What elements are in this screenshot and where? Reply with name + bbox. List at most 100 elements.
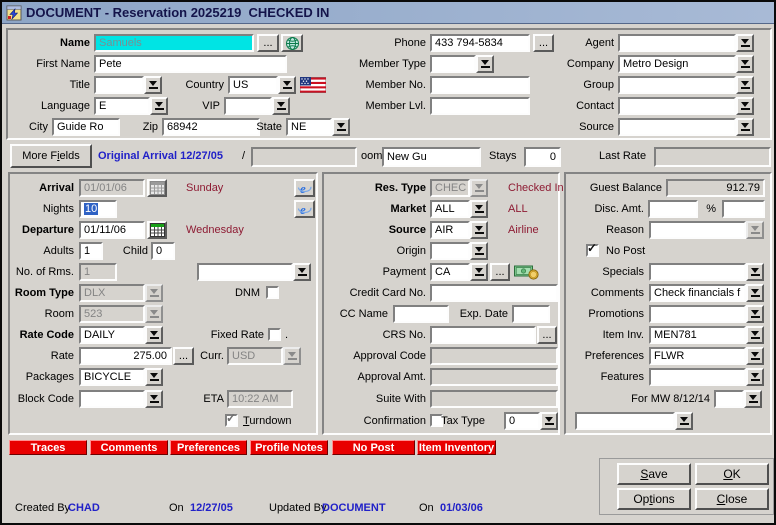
promotions-dropdown-button[interactable] bbox=[746, 305, 764, 323]
preferences-field[interactable]: FLWR bbox=[649, 347, 746, 365]
vip-dropdown-button[interactable] bbox=[272, 97, 290, 115]
close-button[interactable]: Close bbox=[695, 488, 769, 510]
vip-field[interactable] bbox=[224, 97, 272, 115]
rate-refresh-button-2[interactable]: e bbox=[294, 200, 315, 218]
extra-combo-field[interactable] bbox=[575, 412, 675, 430]
traces-button[interactable]: Traces bbox=[9, 440, 87, 455]
no-post-button[interactable]: No Post bbox=[332, 440, 415, 455]
room-field: 523 bbox=[79, 305, 145, 323]
name-field[interactable]: Samuels bbox=[94, 34, 254, 52]
nights-field[interactable]: 10 bbox=[79, 200, 117, 218]
phone-field[interactable]: 433 794-5834 bbox=[430, 34, 530, 52]
tax-type-field[interactable]: 0 bbox=[504, 412, 540, 430]
comments-field[interactable]: Check financials f bbox=[649, 284, 746, 302]
agent-dropdown-button[interactable] bbox=[736, 34, 754, 52]
adults-field[interactable]: 1 bbox=[79, 242, 103, 260]
rate-code-field[interactable]: DAILY bbox=[79, 326, 145, 344]
ok-button[interactable]: OK bbox=[695, 463, 769, 485]
block-code-dropdown-button[interactable] bbox=[145, 390, 163, 408]
member-lvl-field[interactable] bbox=[430, 97, 530, 115]
payment-dropdown-button[interactable] bbox=[470, 263, 488, 281]
comments-button[interactable]: Comments bbox=[90, 440, 168, 455]
promotions-field[interactable] bbox=[649, 305, 746, 323]
origin-dropdown-button[interactable] bbox=[470, 242, 488, 260]
origin-field[interactable] bbox=[430, 242, 470, 260]
exp-date-field[interactable] bbox=[512, 305, 550, 323]
rate-refresh-button-1[interactable]: e bbox=[294, 179, 315, 197]
item-inv-field[interactable]: MEN781 bbox=[649, 326, 746, 344]
country-dropdown-button[interactable] bbox=[278, 76, 296, 94]
payment-field[interactable]: CA bbox=[430, 263, 470, 281]
booking-source-field[interactable]: AIR bbox=[430, 221, 470, 239]
state-field[interactable]: NE bbox=[286, 118, 332, 136]
packages-dropdown-button[interactable] bbox=[145, 368, 163, 386]
crs-no-browse-button[interactable]: ... bbox=[537, 326, 557, 344]
agent-field[interactable] bbox=[618, 34, 736, 52]
company-dropdown-button[interactable] bbox=[736, 55, 754, 73]
name-browse-button[interactable]: ... bbox=[257, 34, 279, 52]
unlabeled-combo-field[interactable] bbox=[197, 263, 293, 281]
block-code-field[interactable] bbox=[79, 390, 145, 408]
country-field[interactable]: US bbox=[228, 76, 278, 94]
fixed-rate-checkbox[interactable] bbox=[268, 328, 281, 341]
rate-browse-button[interactable]: ... bbox=[173, 347, 194, 365]
packages-field[interactable]: BICYCLE bbox=[79, 368, 145, 386]
item-inventory-button[interactable]: Item Inventory bbox=[417, 440, 496, 455]
options-button[interactable]: Options bbox=[617, 488, 691, 510]
comments-dropdown-button[interactable] bbox=[746, 284, 764, 302]
more-fields-button[interactable]: More Fields bbox=[10, 144, 92, 168]
title-field[interactable] bbox=[94, 76, 144, 94]
extra-combo-dropdown-button[interactable] bbox=[675, 412, 693, 430]
preferences-dropdown-button[interactable] bbox=[746, 347, 764, 365]
turndown-checkbox[interactable] bbox=[225, 414, 238, 427]
specials-field[interactable] bbox=[649, 263, 746, 281]
member-no-field[interactable] bbox=[430, 76, 530, 94]
company-field[interactable]: Metro Design bbox=[618, 55, 736, 73]
departure-calendar-button[interactable] bbox=[147, 221, 167, 239]
disc-percent-field[interactable] bbox=[722, 200, 765, 218]
member-type-field[interactable] bbox=[430, 55, 476, 73]
departure-field[interactable]: 01/11/06 bbox=[79, 221, 145, 239]
booking-source-dropdown-button[interactable] bbox=[470, 221, 488, 239]
crs-no-field[interactable] bbox=[430, 326, 536, 344]
dnm-checkbox[interactable] bbox=[266, 286, 279, 299]
payment-browse-button[interactable]: ... bbox=[490, 263, 510, 281]
group-dropdown-button[interactable] bbox=[736, 76, 754, 94]
child-label: Child bbox=[106, 241, 148, 261]
no-post-checkbox[interactable] bbox=[586, 244, 599, 257]
save-button[interactable]: Save bbox=[617, 463, 691, 485]
for-mw-field[interactable] bbox=[714, 390, 744, 408]
city-field[interactable]: Guide Ro bbox=[52, 118, 120, 136]
features-dropdown-button[interactable] bbox=[746, 368, 764, 386]
market-field[interactable]: ALL bbox=[430, 200, 470, 218]
market-dropdown-button[interactable] bbox=[470, 200, 488, 218]
cc-name-field[interactable] bbox=[393, 305, 449, 323]
credit-card-no-field[interactable] bbox=[430, 284, 558, 302]
contact-dropdown-button[interactable] bbox=[736, 97, 754, 115]
rate-code-dropdown-button[interactable] bbox=[145, 326, 163, 344]
profile-globe-button[interactable] bbox=[281, 34, 303, 52]
group-field[interactable] bbox=[618, 76, 736, 94]
phone-browse-button[interactable]: ... bbox=[533, 34, 554, 52]
rate-field[interactable]: 275.00 bbox=[79, 347, 172, 365]
for-mw-dropdown-button[interactable] bbox=[744, 390, 762, 408]
features-field[interactable] bbox=[649, 368, 746, 386]
source-field[interactable] bbox=[618, 118, 736, 136]
language-dropdown-button[interactable] bbox=[150, 97, 168, 115]
midbar-room-field[interactable]: New Gu bbox=[382, 147, 481, 167]
member-type-dropdown-button[interactable] bbox=[476, 55, 494, 73]
state-dropdown-button[interactable] bbox=[332, 118, 350, 136]
child-field[interactable]: 0 bbox=[151, 242, 175, 260]
language-field[interactable]: E bbox=[94, 97, 150, 115]
disc-amt-field[interactable] bbox=[648, 200, 698, 218]
unlabeled-combo-dropdown-button[interactable] bbox=[293, 263, 311, 281]
tax-type-dropdown-button[interactable] bbox=[540, 412, 558, 430]
first-name-field[interactable]: Pete bbox=[94, 55, 287, 73]
contact-field[interactable] bbox=[618, 97, 736, 115]
preferences-button[interactable]: Preferences bbox=[170, 440, 247, 455]
profile-notes-button[interactable]: Profile Notes bbox=[250, 440, 328, 455]
specials-dropdown-button[interactable] bbox=[746, 263, 764, 281]
title-dropdown-button[interactable] bbox=[144, 76, 162, 94]
source-dropdown-button[interactable] bbox=[736, 118, 754, 136]
item-inv-dropdown-button[interactable] bbox=[746, 326, 764, 344]
